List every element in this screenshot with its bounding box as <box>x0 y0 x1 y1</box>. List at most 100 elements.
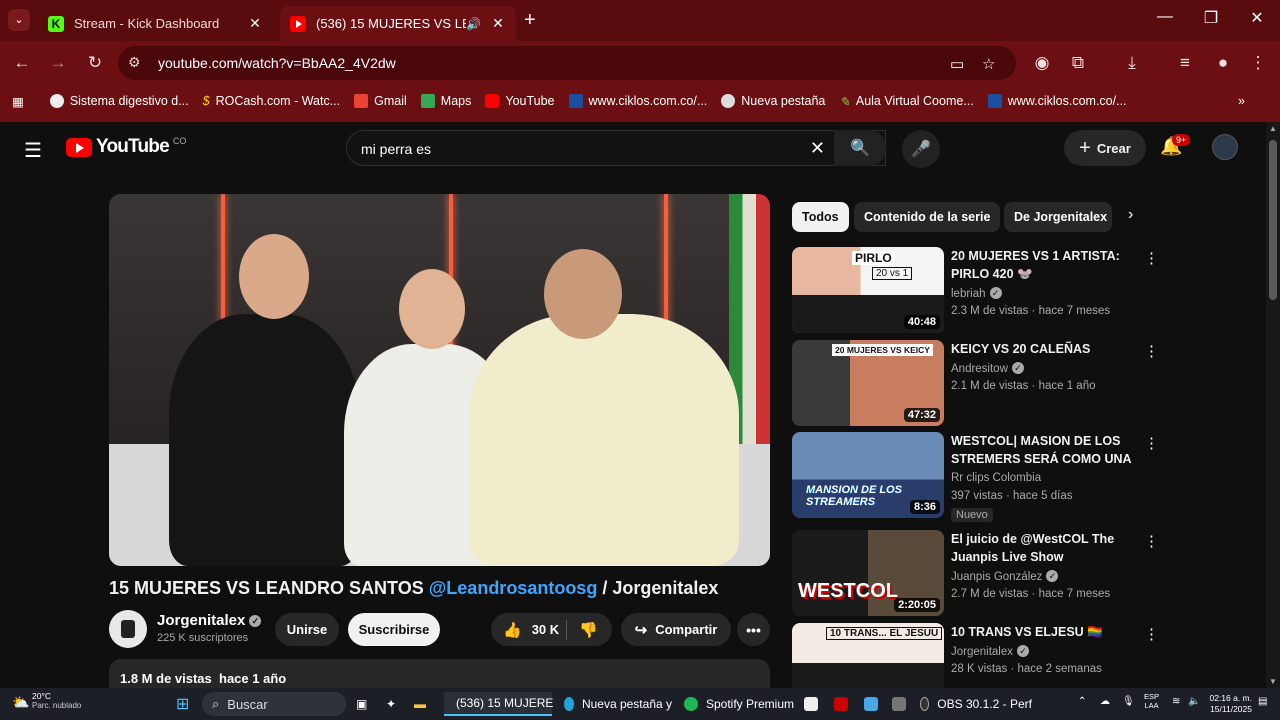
hamburger-menu-icon[interactable]: ☰ <box>24 138 42 163</box>
maximize-button[interactable]: ❐ <box>1196 8 1226 28</box>
recommendation-item[interactable]: WESTCOL 2:20:05 El juicio de @WestCOL Th… <box>792 530 1164 616</box>
subscribe-button[interactable]: Suscribirse <box>348 613 440 646</box>
scroll-down-icon[interactable]: ▼ <box>1269 677 1277 686</box>
rec-channel[interactable]: Juanpis González ✓ <box>951 570 1059 583</box>
chip-channel[interactable]: De Jorgenitalex <box>1004 202 1112 232</box>
install-app-icon[interactable]: ▭ <box>950 55 964 73</box>
recommendation-item[interactable]: 10 TRANS... EL JESUU 10 TRANS VS ELJESU … <box>792 623 1164 688</box>
video-thumbnail[interactable]: 10 TRANS... EL JESUU <box>792 623 944 688</box>
taskbar-pinned-icon[interactable] <box>834 692 856 716</box>
close-tab-icon[interactable]: ✕ <box>490 15 506 32</box>
rec-channel[interactable]: Jorgenitalex ✓ <box>951 645 1030 658</box>
taskbar-pinned-icon[interactable] <box>892 692 914 716</box>
new-tab-button[interactable]: + <box>524 9 536 32</box>
back-icon[interactable]: ← <box>10 53 34 73</box>
tray-mic-icon[interactable]: 🎙 <box>1122 696 1135 707</box>
tab-youtube[interactable]: (536) 15 MUJERES VS LEAN 🔊 ✕ <box>280 6 516 41</box>
reload-icon[interactable]: ↻ <box>83 53 107 73</box>
apps-grid-icon[interactable]: ▦ <box>12 94 24 109</box>
forward-icon[interactable]: → <box>46 53 70 73</box>
tab-kick[interactable]: K Stream - Kick Dashboard ✕ <box>38 6 273 41</box>
search-input[interactable]: mi perra es ✕ <box>346 130 886 166</box>
bookmark-item[interactable]: ✎ Aula Virtual Coome... <box>839 94 973 109</box>
bookmark-item[interactable]: $ ROCash.com - Watc... <box>203 94 341 108</box>
bookmark-item[interactable]: Sistema digestivo d... <box>49 94 189 108</box>
taskbar-search[interactable]: ⌕ Buscar <box>202 692 346 716</box>
minimize-button[interactable]: — <box>1150 8 1180 26</box>
media-control-icon[interactable]: ≡ <box>1173 53 1197 73</box>
notification-center-icon[interactable]: ▤ <box>1258 696 1267 707</box>
rec-title[interactable]: WESTCOL| MASION DE LOS STREMERS SERÁ COM… <box>951 433 1136 469</box>
rec-menu-icon[interactable]: ⋮ <box>1144 532 1159 550</box>
recommendation-item[interactable]: MANSION DE LOS STREAMERS 8:36 WESTCOL| M… <box>792 432 1164 522</box>
download-icon[interactable]: ⤓ <box>1120 53 1144 73</box>
rec-channel[interactable]: lebriah ✓ <box>951 287 1002 300</box>
start-button[interactable]: ⊞ <box>176 692 189 716</box>
page-scrollbar[interactable]: ▲ ▼ <box>1266 122 1280 688</box>
tray-cloud-icon[interactable]: ☁ <box>1100 696 1110 707</box>
wifi-icon[interactable]: ≋ <box>1172 696 1180 707</box>
scroll-thumb[interactable] <box>1269 140 1277 300</box>
channel-name[interactable]: Jorgenitalex ✓ <box>157 612 262 629</box>
like-icon[interactable]: 👍 <box>491 621 522 639</box>
create-button[interactable]: + Crear <box>1064 130 1146 166</box>
close-window-button[interactable]: ✕ <box>1242 8 1272 28</box>
bookmark-item[interactable]: www.ciklos.com.co/... <box>987 94 1127 108</box>
rec-menu-icon[interactable]: ⋮ <box>1144 342 1159 360</box>
share-button[interactable]: ↪ Compartir <box>621 613 731 646</box>
profile-avatar-icon[interactable]: ● <box>1211 53 1235 73</box>
bookmark-item[interactable]: Nueva pestaña <box>721 94 825 108</box>
rec-menu-icon[interactable]: ⋮ <box>1144 625 1159 643</box>
video-thumbnail[interactable]: MANSION DE LOS STREAMERS 8:36 <box>792 432 944 518</box>
rec-channel[interactable]: Andresitow ✓ <box>951 362 1024 375</box>
recommendation-item[interactable]: 20 MUJERES VS KEICY 47:32 KEICY VS 20 CA… <box>792 340 1164 426</box>
taskbar-app-obs[interactable]: OBS 30.1.2 - Perf <box>920 692 1032 716</box>
more-actions-button[interactable]: ••• <box>737 613 770 646</box>
language-indicator[interactable]: ESP LAA <box>1144 692 1159 710</box>
rec-menu-icon[interactable]: ⋮ <box>1144 249 1159 267</box>
extensions-puzzle-icon[interactable]: ⧉ <box>1066 53 1090 73</box>
video-thumbnail[interactable]: WESTCOL 2:20:05 <box>792 530 944 616</box>
taskbar-app-chrome[interactable]: (536) 15 MUJERE <box>444 692 553 716</box>
more-bookmarks-icon[interactable]: » <box>1238 94 1245 108</box>
bookmark-item[interactable]: Maps <box>420 94 471 108</box>
video-player[interactable] <box>109 194 770 566</box>
system-clock[interactable]: 02:16 a. m. 15/11/2025 <box>1204 693 1252 715</box>
search-button[interactable]: 🔍 <box>834 130 886 166</box>
rec-title[interactable]: 20 MUJERES VS 1 ARTISTA: PIRLO 420 🐭 <box>951 248 1136 283</box>
rec-title[interactable]: 10 TRANS VS ELJESU 🏳️‍🌈 <box>951 624 1136 642</box>
dislike-icon[interactable]: 👎 <box>579 621 598 639</box>
bookmark-item[interactable]: www.ciklos.com.co/... <box>568 94 707 108</box>
bookmark-item[interactable]: Gmail <box>354 94 407 108</box>
join-button[interactable]: Unirse <box>275 613 339 646</box>
rec-title[interactable]: KEICY VS 20 CALEÑAS <box>951 341 1136 359</box>
video-thumbnail[interactable]: 20 MUJERES VS KEICY 47:32 <box>792 340 944 426</box>
tab-search-button[interactable]: ⌄ <box>8 9 30 31</box>
rec-menu-icon[interactable]: ⋮ <box>1144 434 1159 452</box>
tray-overflow-icon[interactable]: ⌃ <box>1078 696 1086 707</box>
rec-channel[interactable]: Rr clips Colombia <box>951 472 1041 484</box>
menu-kebab-icon[interactable]: ⋮ <box>1246 53 1270 73</box>
bookmark-item[interactable]: YouTube <box>485 94 555 108</box>
title-mention-link[interactable]: @Leandrosantoosg <box>429 578 598 598</box>
copilot-icon[interactable]: ✦ <box>386 692 396 716</box>
bookmark-star-icon[interactable]: ☆ <box>982 55 995 73</box>
chevron-right-icon[interactable]: › <box>1128 206 1133 224</box>
chip-series[interactable]: Contenido de la serie <box>854 202 1001 232</box>
rec-title[interactable]: El juicio de @WestCOL The Juanpis Live S… <box>951 531 1136 566</box>
file-explorer-icon[interactable]: ▬ <box>414 692 426 716</box>
account-avatar[interactable] <box>1212 134 1238 160</box>
weather-widget[interactable]: ⛅ 20°C Parc. nublado <box>12 691 81 710</box>
video-thumbnail[interactable]: PIRLO 20 vs 1 40:48 <box>792 247 944 333</box>
extension-icon[interactable]: ◉ <box>1030 53 1054 73</box>
taskbar-app-spotify[interactable]: Spotify Premium <box>684 692 794 716</box>
close-tab-icon[interactable]: ✕ <box>247 15 263 32</box>
recommendation-item[interactable]: PIRLO 20 vs 1 40:48 20 MUJERES VS 1 ARTI… <box>792 247 1164 333</box>
site-info-icon[interactable]: ⚙ <box>128 54 141 71</box>
audio-playing-icon[interactable]: 🔊 <box>466 17 482 31</box>
taskbar-pinned-icon[interactable] <box>864 692 886 716</box>
task-view-icon[interactable]: ▣ <box>356 692 367 716</box>
clear-search-icon[interactable]: ✕ <box>810 138 825 159</box>
taskbar-app-edge[interactable]: Nueva pestaña y <box>564 692 672 716</box>
youtube-logo[interactable]: YouTube CO <box>66 136 186 158</box>
